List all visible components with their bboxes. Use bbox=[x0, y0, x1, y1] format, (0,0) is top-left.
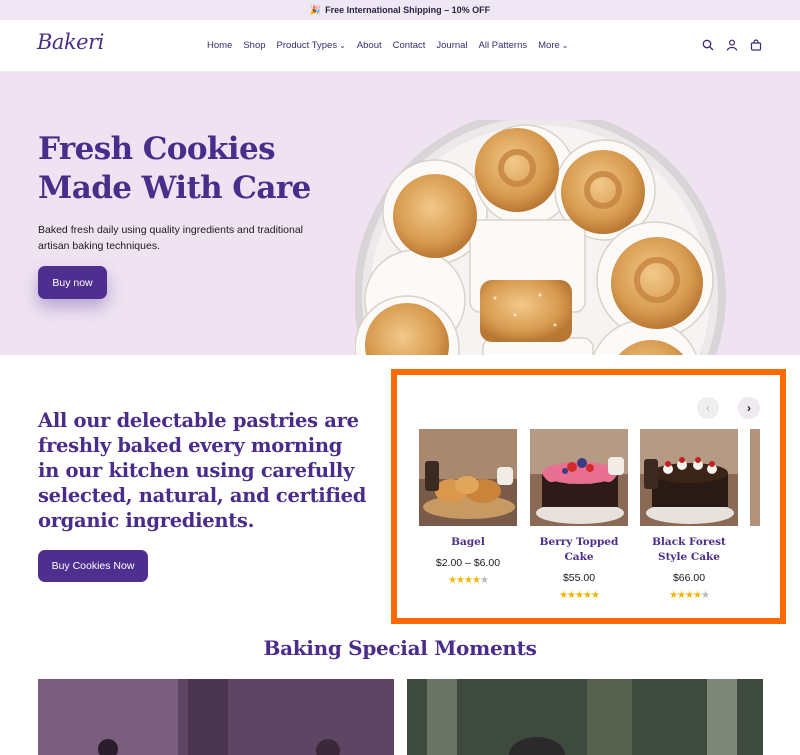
product-price: $55.00 bbox=[562, 572, 596, 584]
rating-stars: ★★★★★ bbox=[448, 575, 489, 586]
nav-item-journal[interactable]: Journal bbox=[436, 40, 467, 51]
main-nav: Home Shop Product Types ⌄ About Contact J… bbox=[207, 40, 579, 51]
announcement-bar: 🎉 Free International Shipping – 10% OFF bbox=[0, 0, 800, 20]
buy-now-button[interactable]: Buy now bbox=[38, 266, 107, 299]
hero-title: Fresh Cookies Made With Care bbox=[38, 131, 311, 206]
hero-description: Baked fresh daily using quality ingredie… bbox=[38, 224, 303, 252]
nav-item-product-types[interactable]: Product Types ⌄ bbox=[277, 40, 346, 51]
search-icon[interactable] bbox=[702, 39, 714, 51]
berry-cake-image[interactable] bbox=[530, 429, 628, 526]
nav-item-contact[interactable]: Contact bbox=[393, 40, 426, 51]
product-card[interactable]: Bagel $2.00 – $6.00 ★★★★★ bbox=[419, 429, 517, 586]
cookie-tin-image bbox=[355, 120, 726, 355]
moment-photo-1 bbox=[38, 679, 394, 755]
nav-item-about[interactable]: About bbox=[357, 40, 382, 51]
pitch-text: All our delectable pastries are freshly … bbox=[38, 409, 367, 532]
nav-item-all-patterns[interactable]: All Patterns bbox=[479, 40, 528, 51]
product-card[interactable]: Berry Topped Cake $55.00 ★★★★★ bbox=[530, 429, 628, 601]
nav-item-home[interactable]: Home bbox=[207, 40, 232, 51]
account-icon[interactable] bbox=[726, 39, 738, 51]
hero-section: Fresh Cookies Made With Care Baked fresh… bbox=[0, 72, 800, 355]
product-carousel: ‹ › Bagel $2.00 – $6.00 ★★★★★ Berry Topp… bbox=[391, 369, 786, 624]
moment-photo-2 bbox=[407, 679, 763, 755]
cart-icon[interactable] bbox=[750, 39, 762, 51]
product-name[interactable]: Black Forest Style Cake bbox=[640, 535, 738, 565]
announcement-text: Free International Shipping – 10% OFF bbox=[325, 5, 491, 15]
product-name[interactable]: Bagel bbox=[419, 535, 517, 550]
chevron-right-icon[interactable]: › bbox=[738, 397, 760, 419]
product-card[interactable]: Black Forest Style Cake $66.00 ★★★★★ bbox=[640, 429, 738, 601]
chevron-left-icon[interactable]: ‹ bbox=[697, 397, 719, 419]
site-header: Bakeri Home Shop Product Types ⌄ About Co… bbox=[0, 20, 800, 72]
rating-stars: ★★★★★ bbox=[669, 590, 710, 601]
nav-item-more[interactable]: More ⌄ bbox=[538, 40, 568, 51]
black-forest-cake-image[interactable] bbox=[640, 429, 738, 526]
chevron-down-icon: ⌄ bbox=[561, 41, 569, 50]
logo[interactable]: Bakeri bbox=[37, 30, 104, 54]
bagel-image[interactable] bbox=[419, 429, 517, 526]
rating-stars: ★★★★★ bbox=[559, 590, 600, 601]
header-icons bbox=[702, 39, 762, 51]
chevron-down-icon: ⌄ bbox=[339, 41, 346, 50]
party-popper-icon: 🎉 bbox=[309, 4, 322, 15]
product-price: $2.00 – $6.00 bbox=[435, 557, 501, 569]
buy-cookies-now-button[interactable]: Buy Cookies Now bbox=[38, 550, 148, 582]
product-name[interactable]: Berry Topped Cake bbox=[530, 535, 628, 565]
product-price: $66.00 bbox=[672, 572, 706, 584]
next-product-image-partial bbox=[750, 429, 760, 526]
section-title: Baking Special Moments bbox=[263, 636, 537, 660]
nav-item-shop[interactable]: Shop bbox=[243, 40, 265, 51]
